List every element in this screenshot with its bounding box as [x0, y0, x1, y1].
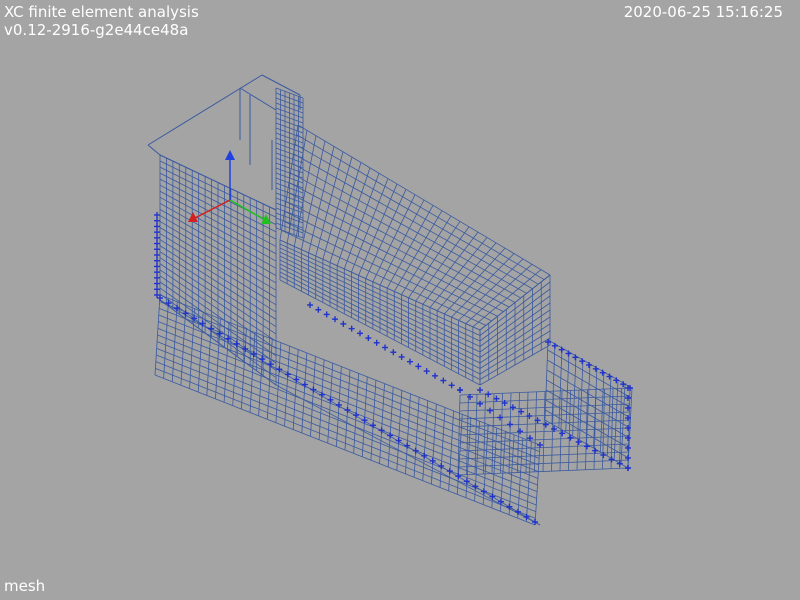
back-wall-mesh	[275, 87, 304, 239]
left-wall-mesh	[159, 154, 541, 526]
block-mesh	[279, 124, 551, 386]
timestamp: 2020-06-25 15:16:25	[623, 3, 783, 21]
app-title: XC finite element analysis	[4, 3, 199, 21]
view-label: mesh	[4, 577, 46, 595]
top-frame-outline	[147, 74, 301, 211]
3d-viewport[interactable]	[0, 0, 800, 600]
app-version: v0.12-2916-g2e44ce48a	[4, 21, 189, 39]
